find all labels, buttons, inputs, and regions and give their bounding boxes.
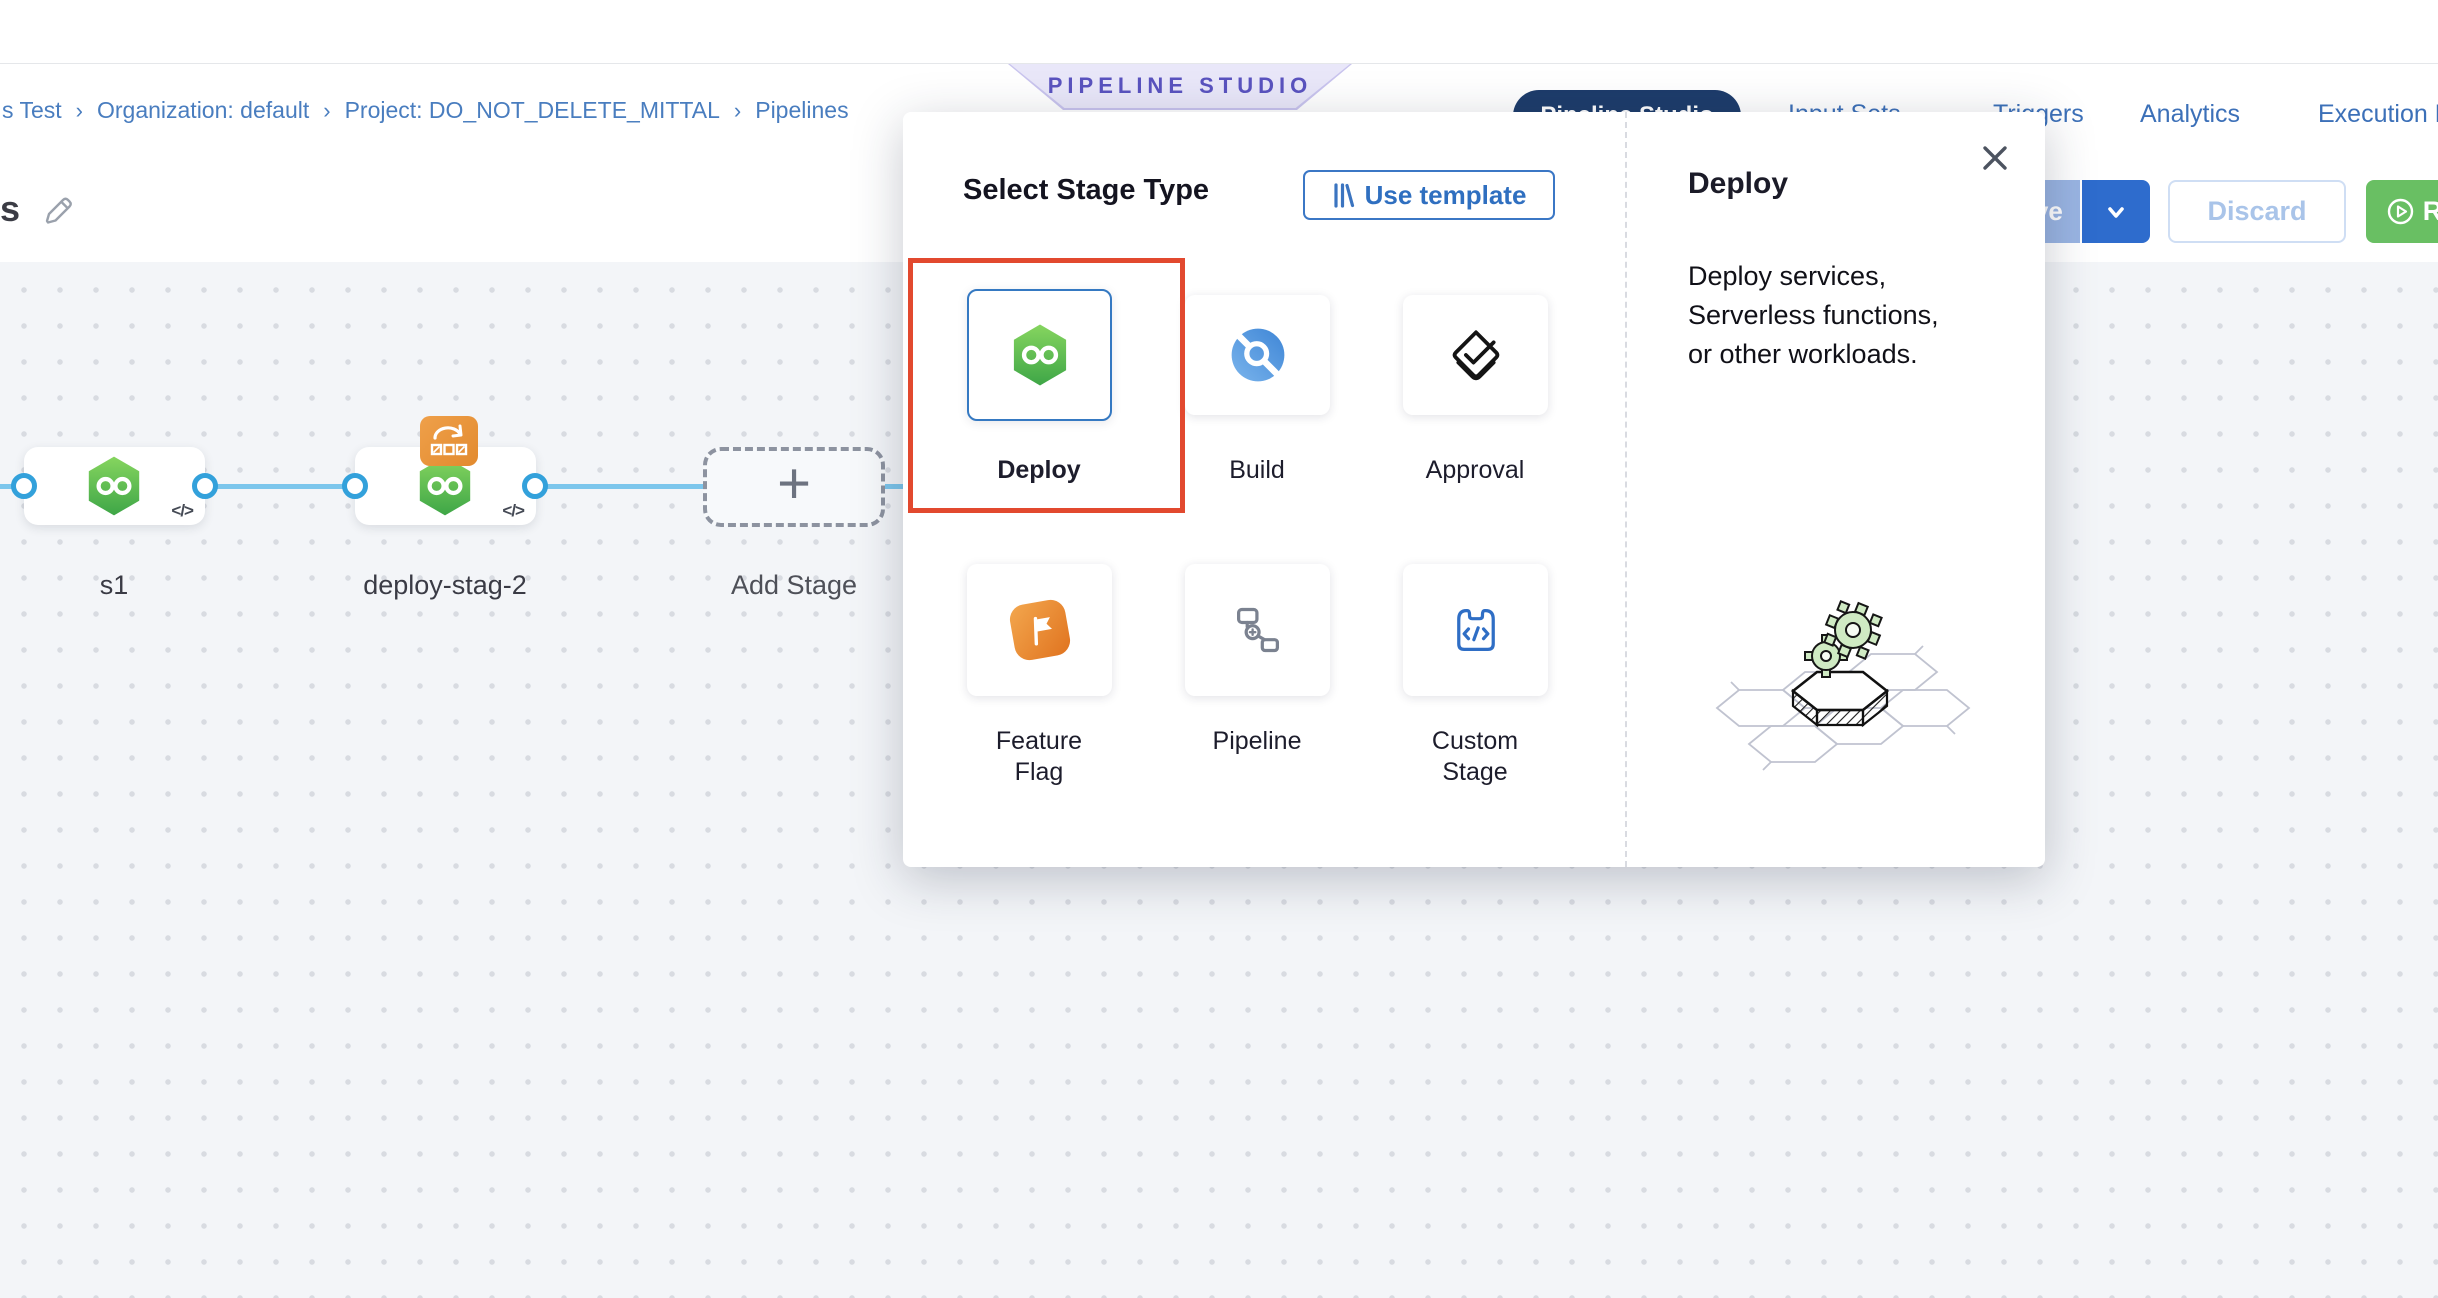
stage-type-card-feature-flag[interactable] <box>967 564 1112 696</box>
deploy-illustration <box>1693 590 1983 780</box>
breadcrumb-item-organization[interactable]: Organization: default <box>97 97 309 124</box>
approval-stage-icon <box>1447 326 1505 384</box>
stage-type-label-build: Build <box>1187 455 1327 486</box>
connector-edge <box>205 484 355 489</box>
nav-item-execution-history[interactable]: Execution History <box>2318 100 2438 129</box>
stage-type-label-approval: Approval <box>1405 455 1545 486</box>
chevron-down-icon <box>2102 198 2130 226</box>
add-stage-button[interactable]: + <box>703 447 885 527</box>
use-template-button[interactable]: Use template <box>1303 170 1555 220</box>
modal-title: Select Stage Type <box>963 174 1209 207</box>
pipeline-studio-tab-label: PIPELINE STUDIO <box>1010 64 1350 108</box>
stage-name-label: deploy-stag-2 <box>335 570 555 601</box>
breadcrumb: s Test › Organization: default › Project… <box>2 97 849 124</box>
breadcrumb-separator: › <box>734 98 741 124</box>
node-port[interactable] <box>342 473 368 499</box>
node-port[interactable] <box>11 473 37 499</box>
stage-type-label-feature-flag: Feature Flag <box>969 726 1109 788</box>
plus-icon: + <box>777 455 811 513</box>
stage-yaml-badge: </> <box>171 501 193 521</box>
breadcrumb-item-account[interactable]: s Test <box>2 97 62 124</box>
breadcrumb-separator: › <box>76 98 83 124</box>
breadcrumb-item-pipelines[interactable]: Pipelines <box>755 97 848 124</box>
stage-type-card-custom[interactable] <box>1403 564 1548 696</box>
run-label: Run <box>2423 196 2438 227</box>
pipeline-stage-icon <box>1230 602 1286 658</box>
stage-type-label-custom: Custom Stage <box>1405 726 1545 788</box>
pipeline-name: s <box>0 188 20 230</box>
select-stage-type-modal: Select Stage Type Use template <box>903 112 2045 867</box>
detail-panel-description: Deploy services, Serverless functions, o… <box>1688 257 1939 374</box>
close-icon[interactable] <box>1977 140 2013 176</box>
stage-type-card-build[interactable] <box>1185 295 1330 415</box>
custom-stage-icon <box>1448 602 1504 658</box>
stage-type-card-pipeline[interactable] <box>1185 564 1330 696</box>
template-library-icon <box>1332 182 1355 209</box>
node-port[interactable] <box>192 473 218 499</box>
rolling-strategy-icon <box>420 416 478 466</box>
breadcrumb-item-project[interactable]: Project: DO_NOT_DELETE_MITTAL <box>345 97 720 124</box>
stage-type-label-deploy: Deploy <box>969 455 1109 486</box>
discard-button[interactable]: Discard <box>2168 180 2346 243</box>
connector-edge <box>535 484 703 489</box>
build-stage-icon <box>1229 326 1287 384</box>
stage-yaml-badge: </> <box>502 501 524 521</box>
feature-flag-stage-icon <box>1007 598 1072 663</box>
stage-type-label-pipeline: Pipeline <box>1187 726 1327 757</box>
pipeline-studio-app: </> </> <box>0 0 2438 1298</box>
edit-pencil-icon[interactable] <box>38 190 76 235</box>
add-stage-label: Add Stage <box>703 570 885 601</box>
pipeline-studio-tab: PIPELINE STUDIO <box>1008 64 1352 110</box>
stage-node-s1[interactable]: </> <box>24 447 205 525</box>
node-port[interactable] <box>522 473 548 499</box>
save-options-button[interactable] <box>2082 180 2150 243</box>
nav-item-analytics[interactable]: Analytics <box>2140 100 2240 129</box>
connector-edge <box>885 484 905 489</box>
header-divider <box>0 63 2438 64</box>
stage-type-card-approval[interactable] <box>1403 295 1548 415</box>
use-template-label: Use template <box>1365 180 1527 211</box>
run-button[interactable]: Run <box>2366 180 2438 243</box>
stage-name-label: s1 <box>4 570 224 601</box>
deploy-stage-icon <box>1011 323 1069 387</box>
cd-hexagon-icon <box>86 455 142 517</box>
discard-label: Discard <box>2207 196 2306 227</box>
play-circle-icon <box>2387 198 2414 225</box>
stage-type-card-deploy[interactable] <box>967 289 1112 421</box>
panel-divider <box>1625 112 1627 867</box>
breadcrumb-separator: › <box>323 98 330 124</box>
detail-panel-title: Deploy <box>1688 167 1788 201</box>
